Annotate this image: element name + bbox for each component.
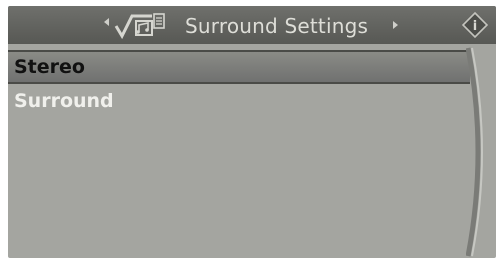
previous-page-arrow-icon[interactable] — [104, 18, 109, 26]
idrive-screen: Surround Settings i Stereo Surround — [0, 0, 498, 262]
option-label: Stereo — [14, 56, 85, 78]
menu-panel: Surround Settings i Stereo Surround — [8, 6, 496, 258]
option-list: Stereo Surround — [8, 50, 470, 118]
info-icon[interactable]: i — [461, 11, 489, 39]
page-title: Surround Settings — [185, 14, 369, 38]
next-page-arrow-icon[interactable] — [393, 21, 398, 29]
music-notes-icon — [114, 13, 165, 40]
option-label: Surround — [14, 90, 114, 112]
title-bar: Surround Settings i — [8, 6, 496, 44]
option-surround[interactable]: Surround — [8, 84, 470, 118]
scroll-indicator[interactable] — [466, 46, 492, 258]
svg-text:i: i — [473, 19, 477, 34]
option-stereo[interactable]: Stereo — [8, 50, 470, 84]
